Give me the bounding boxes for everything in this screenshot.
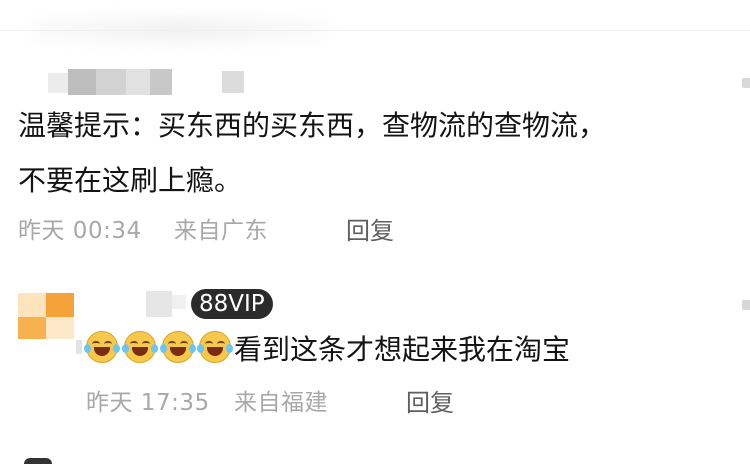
comment-text: 看到这条才想起来我在淘宝 — [234, 333, 571, 366]
comment-time: 昨天 00:34 — [18, 218, 142, 244]
more-icon[interactable] — [742, 300, 750, 310]
vip-badge: 88VIP — [191, 289, 273, 319]
tears-of-joy-icon — [197, 331, 233, 363]
divider — [0, 30, 750, 31]
reply-button[interactable]: 回复 — [406, 383, 454, 418]
comment-location: 来自广东 — [174, 218, 268, 244]
next-avatar-partial — [24, 458, 52, 464]
tears-of-joy-icon — [160, 331, 196, 363]
comment-text-line2: 不要在这刷上瘾。 — [18, 164, 243, 197]
comment-text-line1: 温馨提示：买东西的买东西，查物流的查物流， — [18, 109, 607, 142]
tears-of-joy-icon — [84, 331, 120, 363]
blur-speck — [76, 340, 82, 354]
more-icon[interactable] — [742, 78, 750, 88]
comment-time: 昨天 17:35 — [86, 390, 210, 416]
comment-location: 来自福建 — [234, 390, 328, 416]
reply-button[interactable]: 回复 — [346, 211, 394, 246]
tears-of-joy-icon — [122, 331, 158, 363]
